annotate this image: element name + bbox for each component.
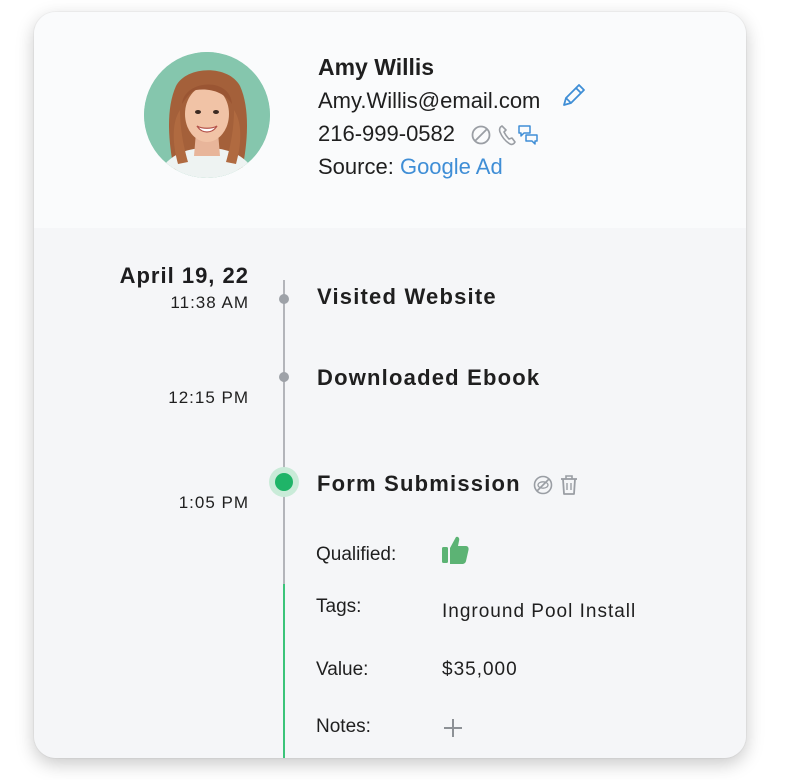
timeline-dot (279, 294, 289, 304)
qualified-label: Qualified: (316, 544, 397, 565)
eye-slash-icon[interactable] (532, 474, 554, 496)
tags-label: Tags: (316, 596, 362, 617)
trash-icon[interactable] (558, 473, 580, 497)
event-title-active: Form Submission (317, 471, 521, 496)
avatar (144, 52, 270, 178)
event-time: 11:38 AM (170, 293, 249, 312)
event-title: Downloaded Ebook (317, 365, 541, 390)
contact-phone: 216-999-0582 (318, 121, 456, 146)
event-time: 12:15 PM (168, 388, 249, 407)
contact-header: Amy Willis Amy.Willis@email.com 216-999-… (34, 12, 746, 228)
contact-card: Amy Willis Amy.Willis@email.com 216-999-… (34, 12, 746, 758)
timeline-date: April 19, 22 (119, 263, 249, 288)
contact-name: Amy Willis (318, 54, 435, 80)
source-link[interactable]: Google Ad (400, 154, 503, 179)
timeline-dot-active (275, 473, 293, 491)
source-label: Source: (318, 154, 394, 179)
plus-icon[interactable] (442, 717, 464, 739)
thumbs-up-icon[interactable] (440, 534, 470, 566)
deal-value: $35,000 (442, 659, 518, 680)
block-icon[interactable] (470, 124, 492, 146)
pencil-icon[interactable] (559, 82, 587, 110)
phone-icon[interactable] (497, 124, 517, 146)
event-time: 1:05 PM (178, 493, 249, 512)
event-title: Visited Website (317, 284, 497, 309)
contact-email: Amy.Willis@email.com (318, 88, 541, 113)
timeline-line (283, 280, 285, 586)
contact-source: Source: Google Ad (318, 154, 503, 180)
chat-icon[interactable] (517, 123, 539, 145)
avatar-portrait (144, 52, 270, 178)
timeline-dot (279, 372, 289, 382)
timeline-line-active (283, 584, 285, 758)
notes-label: Notes: (316, 716, 371, 737)
value-label: Value: (316, 659, 369, 680)
tags-value: Inground Pool Install (442, 601, 637, 622)
